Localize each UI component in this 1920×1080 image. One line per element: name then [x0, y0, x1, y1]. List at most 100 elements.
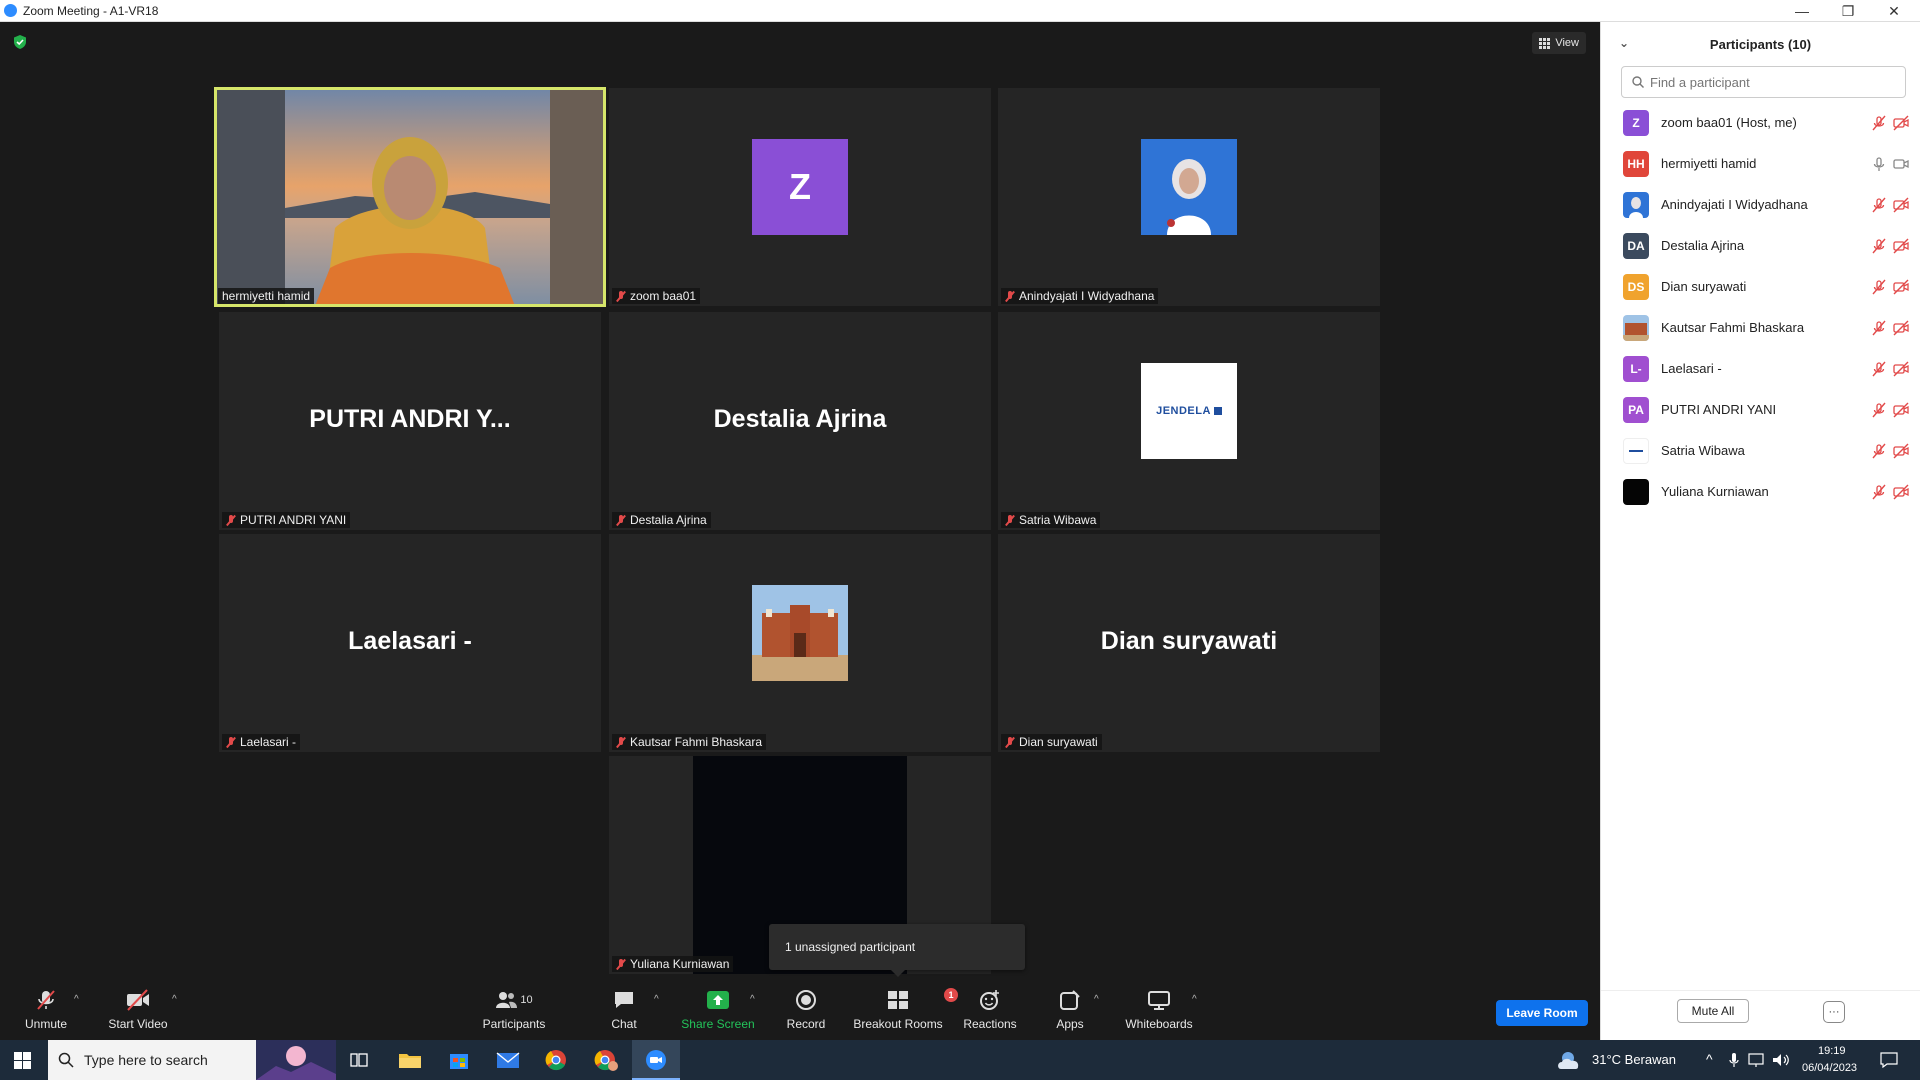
participant-row[interactable]: Kautsar Fahmi Bhaskara [1601, 307, 1920, 348]
participant-row[interactable]: Anindyajati I Widyadhana [1601, 184, 1920, 225]
muted-mic-icon[interactable] [1871, 115, 1887, 131]
video-tile-anindyajati[interactable]: Anindyajati I Widyadhana [998, 88, 1380, 306]
file-explorer-icon[interactable] [398, 1050, 422, 1070]
share-screen-button[interactable]: Share Screen [680, 988, 756, 1036]
tile-name: Yuliana Kurniawan [630, 957, 730, 971]
muted-mic-icon [616, 514, 626, 526]
video-off-icon[interactable] [1893, 320, 1909, 336]
avatar [1623, 437, 1649, 464]
chat-options-caret[interactable]: ^ [654, 994, 659, 1005]
whiteboard-options-caret[interactable]: ^ [1192, 994, 1197, 1005]
mute-all-button[interactable]: Mute All [1677, 999, 1749, 1023]
video-tile-zoom-baa01[interactable]: Z zoom baa01 [609, 88, 991, 306]
participant-row[interactable]: DS Dian suryawati [1601, 266, 1920, 307]
display-name: Destalia Ajrina [713, 405, 887, 434]
video-tile-satria[interactable]: JENDELA Satria Wibawa [998, 312, 1380, 530]
audio-options-caret[interactable]: ^ [74, 994, 79, 1005]
muted-mic-icon[interactable] [1871, 238, 1887, 254]
participant-row[interactable]: L- Laelasari - [1601, 348, 1920, 389]
clock-time[interactable]: 19:19 [1818, 1045, 1846, 1057]
muted-mic-icon[interactable] [1871, 443, 1887, 459]
video-off-icon[interactable] [1893, 238, 1909, 254]
mic-icon[interactable] [1871, 156, 1887, 172]
minimize-button[interactable]: — [1780, 0, 1824, 22]
unassigned-participant-popup[interactable]: 1 unassigned participant [769, 924, 1025, 977]
reactions-label: Reactions [963, 1017, 1017, 1031]
video-tile-destalia[interactable]: Destalia Ajrina Destalia Ajrina [609, 312, 991, 530]
video-off-icon[interactable] [1893, 443, 1909, 459]
record-button[interactable]: Record [784, 988, 828, 1036]
video-icon[interactable] [1893, 156, 1909, 172]
video-off-icon[interactable] [1893, 197, 1909, 213]
reactions-button[interactable]: Reactions [962, 988, 1018, 1036]
restore-button[interactable]: ❐ [1826, 0, 1870, 22]
video-tile-dian[interactable]: Dian suryawati Dian suryawati [998, 534, 1380, 752]
zoom-taskbar-button[interactable] [632, 1040, 680, 1080]
video-tile-putri[interactable]: PUTRI ANDRI Y... PUTRI ANDRI YANI [219, 312, 601, 530]
video-tile-kautsar[interactable]: Kautsar Fahmi Bhaskara [609, 534, 991, 752]
video-tile-hermiyetti[interactable]: hermiyetti hamid [214, 87, 606, 307]
tile-name-bar: hermiyetti hamid [218, 288, 315, 304]
video-options-caret[interactable]: ^ [172, 994, 177, 1005]
find-participant-field[interactable] [1621, 66, 1906, 98]
view-button[interactable]: View [1532, 32, 1586, 54]
close-button[interactable]: ✕ [1872, 0, 1916, 22]
tray-overflow-chevron-icon[interactable]: ^ [1706, 1051, 1713, 1067]
participant-row[interactable]: Satria Wibawa [1601, 430, 1920, 471]
chrome-profile-icon[interactable] [594, 1049, 618, 1071]
clock-date[interactable]: 06/04/2023 [1802, 1062, 1857, 1074]
weather-text[interactable]: 31°C Berawan [1592, 1052, 1676, 1067]
notification-icon[interactable] [1880, 1052, 1898, 1068]
muted-mic-icon[interactable] [1871, 484, 1887, 500]
breakout-rooms-button[interactable]: 1 Breakout Rooms [852, 988, 958, 1036]
chat-button[interactable]: Chat [604, 988, 644, 1036]
participant-row[interactable]: DA Destalia Ajrina [1601, 225, 1920, 266]
whiteboards-button[interactable]: Whiteboards [1124, 988, 1194, 1036]
muted-mic-icon[interactable] [1871, 402, 1887, 418]
muted-mic-icon[interactable] [1871, 197, 1887, 213]
video-off-icon[interactable] [1893, 361, 1909, 377]
more-options-button[interactable]: ··· [1823, 1001, 1845, 1023]
share-options-caret[interactable]: ^ [750, 994, 755, 1005]
taskbar-search-box[interactable]: Type here to search [48, 1040, 336, 1080]
video-off-icon[interactable] [1893, 484, 1909, 500]
leave-room-button[interactable]: Leave Room [1496, 1000, 1588, 1026]
windows-taskbar: Type here to search 31°C Berawan ^ 19:19… [0, 1040, 1920, 1080]
chat-icon [615, 992, 633, 1008]
video-tile-laelasari[interactable]: Laelasari - Laelasari - [219, 534, 601, 752]
participant-row[interactable]: PA PUTRI ANDRI YANI [1601, 389, 1920, 430]
unassigned-text: 1 unassigned participant [785, 940, 916, 954]
avatar: DA [1623, 232, 1649, 259]
apps-button[interactable]: Apps [1052, 988, 1088, 1036]
muted-mic-icon [226, 736, 236, 748]
participant-row[interactable]: HH hermiyetti hamid [1601, 143, 1920, 184]
video-off-icon[interactable] [1893, 402, 1909, 418]
participant-row[interactable]: Yuliana Kurniawan [1601, 471, 1920, 512]
muted-mic-icon [616, 290, 626, 302]
unmute-button[interactable]: Unmute [18, 988, 74, 1036]
weather-cloudy-icon[interactable] [1556, 1049, 1584, 1071]
find-participant-input[interactable] [1650, 74, 1880, 90]
network-icon[interactable] [1748, 1052, 1766, 1068]
volume-icon[interactable] [1772, 1052, 1790, 1068]
participant-name: Anindyajati I Widyadhana [1661, 197, 1808, 212]
video-off-icon[interactable] [1893, 279, 1909, 295]
participants-button[interactable]: 10 Participants [482, 988, 546, 1036]
mail-icon[interactable] [496, 1050, 520, 1070]
shield-icon[interactable] [12, 34, 28, 50]
microphone-tray-icon[interactable] [1728, 1052, 1740, 1068]
video-off-icon[interactable] [1893, 115, 1909, 131]
muted-mic-icon[interactable] [1871, 279, 1887, 295]
muted-mic-icon [226, 514, 236, 526]
muted-mic-icon[interactable] [1871, 320, 1887, 336]
task-view-icon[interactable] [350, 1052, 368, 1068]
store-icon[interactable] [448, 1049, 470, 1071]
windows-start-icon[interactable] [14, 1052, 31, 1069]
collapse-chevron-icon[interactable]: ⌄ [1619, 36, 1629, 50]
participant-name: zoom baa01 (Host, me) [1661, 115, 1797, 130]
participant-row[interactable]: Z zoom baa01 (Host, me) [1601, 102, 1920, 143]
apps-options-caret[interactable]: ^ [1094, 994, 1099, 1005]
start-video-button[interactable]: Start Video [106, 988, 170, 1036]
muted-mic-icon[interactable] [1871, 361, 1887, 377]
chrome-icon[interactable] [545, 1049, 567, 1071]
